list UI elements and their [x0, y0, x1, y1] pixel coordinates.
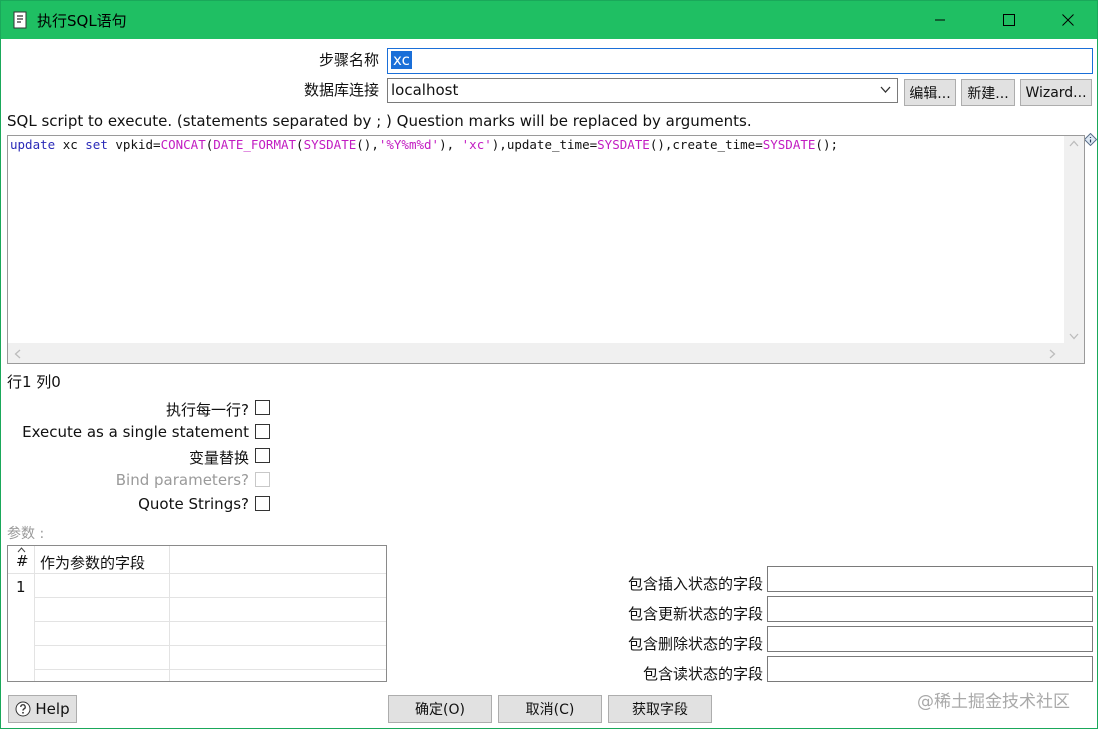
sql-function-token: CONCAT — [160, 137, 206, 152]
table-row-index: 1 — [16, 578, 26, 596]
ok-button[interactable]: 确定(O) — [388, 695, 492, 723]
read-status-input[interactable] — [767, 656, 1093, 682]
sql-text-token: = — [755, 137, 763, 152]
minimize-icon — [935, 19, 945, 21]
step-name-label: 步骤名称 — [318, 51, 379, 69]
execute-each-row-label: 执行每一行? — [166, 401, 249, 419]
sql-text-token: ( — [296, 137, 304, 152]
help-button[interactable]: Help — [8, 695, 77, 723]
edit-connection-button[interactable]: 编辑... — [904, 79, 956, 106]
new-connection-button[interactable]: 新建... — [961, 79, 1015, 106]
db-connection-value: localhost — [391, 81, 459, 99]
close-icon — [1062, 14, 1074, 26]
insert-status-input[interactable] — [767, 566, 1093, 592]
bind-parameters-checkbox — [255, 472, 270, 487]
sql-text-token: update_time — [506, 137, 590, 152]
sql-text-token: ), — [439, 137, 462, 152]
table-header-field[interactable]: 作为参数的字段 — [40, 552, 145, 573]
sql-text-token: (); — [815, 137, 838, 152]
sql-description-label: SQL script to execute. (statements separ… — [7, 112, 752, 130]
sql-text-token: (), — [649, 137, 673, 152]
sql-function-token: SYSDATE — [762, 137, 816, 152]
wizard-button[interactable]: Wizard... — [1020, 79, 1092, 106]
db-connection-label: 数据库连接 — [303, 81, 379, 99]
read-status-label: 包含读状态的字段 — [642, 665, 763, 683]
single-statement-label: Execute as a single statement — [22, 423, 249, 441]
title-bar[interactable]: 执行SQL语句 — [1, 1, 1097, 39]
column-divider — [169, 546, 170, 681]
sql-text-token: = — [589, 137, 598, 152]
row-divider — [8, 573, 386, 574]
row-divider — [34, 597, 386, 598]
minimize-button[interactable] — [917, 1, 963, 39]
maximize-button[interactable] — [986, 1, 1032, 39]
variable-substitution-checkbox[interactable] — [255, 448, 270, 463]
sql-function-token: SYSDATE — [597, 137, 650, 152]
sql-function-token: SYSDATE — [303, 137, 357, 152]
cursor-position: 行1 列0 — [7, 373, 61, 391]
help-button-label: Help — [35, 700, 70, 718]
variable-substitution-label: 变量替换 — [188, 449, 249, 467]
window-title: 执行SQL语句 — [37, 12, 127, 30]
update-status-label: 包含更新状态的字段 — [627, 605, 763, 623]
scroll-left-icon — [14, 349, 21, 359]
help-icon — [15, 701, 31, 717]
sql-string-token: '%Y%m%d' — [378, 137, 440, 152]
parameters-label: 参数 : — [7, 526, 45, 542]
quote-strings-label: Quote Strings? — [138, 495, 249, 513]
watermark: @稀土掘金技术社区 — [917, 692, 1070, 712]
sql-script-icon — [13, 11, 27, 29]
sql-text-token: (), — [356, 137, 379, 152]
insert-status-label: 包含插入状态的字段 — [627, 575, 763, 593]
dialog-window: 执行SQL语句 步骤名称 xc 数据库连接 localhost 编辑... 新建… — [0, 0, 1098, 729]
close-button[interactable] — [1045, 1, 1091, 39]
sql-string-token: 'xc' — [461, 137, 492, 152]
sql-script-text[interactable]: update xc set vpkid=CONCAT(DATE_FORMAT(S… — [10, 137, 838, 152]
scroll-up-icon — [1069, 140, 1079, 147]
delete-status-label: 包含删除状态的字段 — [627, 635, 763, 653]
execute-each-row-checkbox[interactable] — [255, 400, 270, 415]
update-status-input[interactable] — [767, 596, 1093, 622]
step-name-value: xc — [391, 51, 412, 69]
row-divider — [34, 621, 386, 622]
sql-keyword-token: update — [10, 137, 56, 152]
row-divider — [34, 645, 386, 646]
sql-text-token: create_time — [672, 137, 756, 152]
delete-status-input[interactable] — [767, 626, 1093, 652]
parameters-table[interactable]: # 作为参数的字段 1 — [7, 545, 387, 682]
db-connection-select[interactable]: localhost — [387, 78, 898, 103]
sql-text-token — [55, 137, 63, 152]
sql-text-token: = — [153, 137, 161, 152]
chevron-down-icon — [880, 86, 891, 93]
sql-text-token: vpkid — [115, 137, 154, 152]
scroll-right-icon — [1049, 349, 1056, 359]
vertical-scrollbar[interactable] — [1064, 136, 1084, 345]
row-divider — [34, 669, 386, 670]
sql-keyword-token: set — [85, 137, 108, 152]
sql-function-token: DATE_FORMAT — [213, 137, 297, 152]
get-fields-button[interactable]: 获取字段 — [608, 695, 712, 723]
quote-strings-checkbox[interactable] — [255, 496, 270, 511]
step-name-input[interactable]: xc — [387, 48, 1093, 74]
bind-parameters-label: Bind parameters? — [115, 471, 249, 489]
sql-text-token: xc — [62, 137, 78, 152]
sql-text-token: ), — [491, 137, 507, 152]
single-statement-checkbox[interactable] — [255, 424, 270, 439]
info-diamond-icon — [1084, 133, 1097, 146]
cancel-button[interactable]: 取消(C) — [498, 695, 602, 723]
column-divider — [34, 546, 35, 681]
maximize-icon — [1003, 14, 1015, 26]
table-header-index: # — [16, 552, 29, 570]
sql-editor[interactable]: update xc set vpkid=CONCAT(DATE_FORMAT(S… — [7, 135, 1085, 364]
horizontal-scrollbar[interactable] — [8, 343, 1084, 363]
scroll-down-icon — [1069, 333, 1079, 340]
